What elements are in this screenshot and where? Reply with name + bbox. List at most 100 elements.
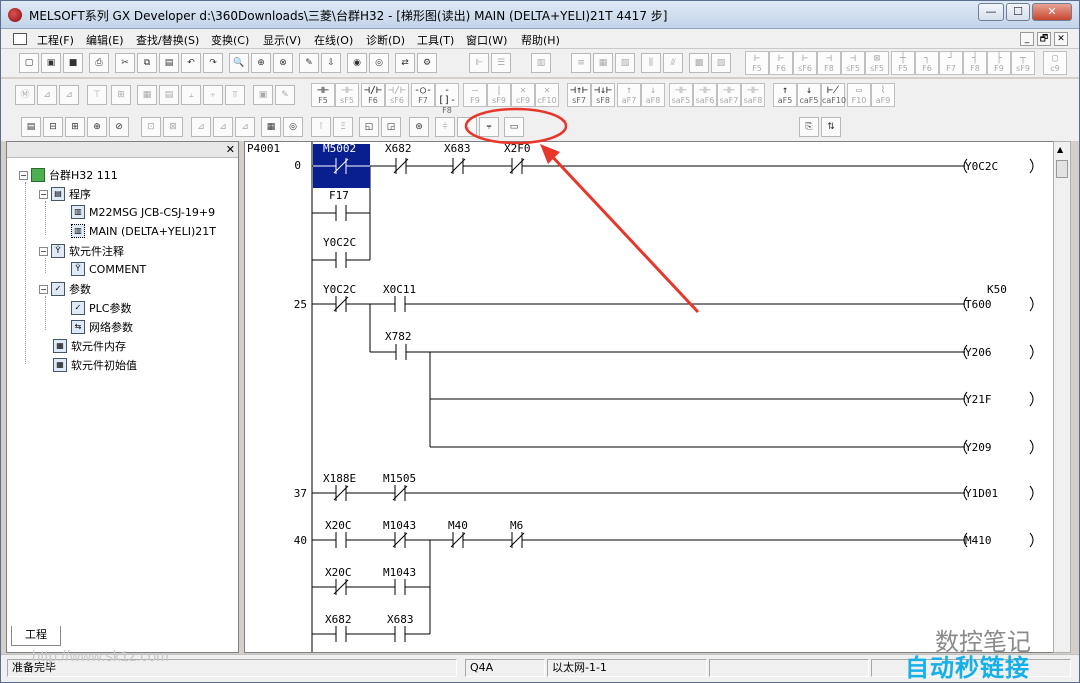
device-list-icon[interactable]: ≡ [571,53,591,73]
fkey-top-7[interactable]: ┐ F6 [915,51,939,75]
monitor-stop-icon[interactable]: ⊘ [109,117,129,137]
insert-col-icon[interactable]: ⫪ [225,85,245,105]
close-button[interactable]: ✕ [1032,3,1072,21]
maximize-button[interactable]: ☐ [1006,3,1030,21]
replace-icon[interactable]: ⊤ [87,85,107,105]
compare-icon[interactable]: ⇄ [395,53,415,73]
nc-contact-symbol[interactable] [333,485,349,501]
fkey-delete-hline[interactable]: ✕ cF9 [511,83,535,107]
ladder-editor[interactable]: P4001 0 25 37 40 M5002 X682 X683 X2F0 F1… [244,141,1057,653]
menu-window[interactable]: 窗口(W) [466,32,507,48]
sfc-icon[interactable]: ⫼ [641,53,661,73]
device-batch-icon[interactable]: ▦ [137,85,157,105]
tree-param-group[interactable]: − ✓ 参数 [39,281,91,297]
print-icon[interactable]: ⎙ [89,53,109,73]
menu-view[interactable]: 显示(V) [263,32,301,48]
no-contact-symbol[interactable] [395,344,407,360]
find-prev-icon[interactable]: ⊿ [59,85,79,105]
undo-icon[interactable]: ↶ [181,53,201,73]
device-memory-icon[interactable]: ▦ [261,117,281,137]
zoom-icon[interactable]: ▨ [711,53,731,73]
write-mode-icon[interactable]: ✎ [275,85,295,105]
ladder-mode-icon[interactable]: ⊩ [469,53,489,73]
fkey-saf6[interactable]: ⊣⊢ saF6 [693,83,717,107]
nc-contact-symbol[interactable] [509,158,525,174]
fkey-f10[interactable]: ▭ F10 [847,83,871,107]
redo-icon[interactable]: ↷ [203,53,223,73]
scroll-thumb[interactable] [1056,160,1068,178]
ladder-edit-icon[interactable]: ⊞ [65,117,85,137]
fkey-saf7[interactable]: ⊣⊢ saF7 [717,83,741,107]
no-contact-symbol[interactable] [394,626,406,642]
fkey-operation-up[interactable]: ↑ aF5 [773,83,797,107]
vertical-scrollbar[interactable]: ▲ [1053,141,1071,653]
display-alias-icon[interactable]: ◲ [381,117,401,137]
fkey-parallel-falling[interactable]: ↓ aF8 [641,83,665,107]
device-use-icon[interactable]: ▧ [615,53,635,73]
fkey-parallel-open[interactable]: ⊣⊢ sF5 [335,83,359,107]
tree-root[interactable]: − 台群H32 111 [19,167,118,183]
read-mode-icon[interactable]: ⊡ [141,117,161,137]
nc-contact-symbol[interactable] [392,532,408,548]
ladder-view-icon[interactable]: ⊟ [43,117,63,137]
mdi-close-button[interactable]: ✕ [1054,32,1068,46]
fkey-rising-edge[interactable]: ⊣↑⊢ sF7 [567,83,591,107]
document-icon[interactable] [13,33,27,45]
diagnostics-icon[interactable]: ⚙ [417,53,437,73]
nc-contact-symbol[interactable] [333,296,349,312]
fkey-instruction[interactable]: -[]- F8 [435,83,459,115]
find-icon[interactable]: Ⓜ [15,85,35,105]
write-mode2-icon[interactable]: ⊠ [163,117,183,137]
nc-contact-symbol[interactable] [509,532,525,548]
list-mode-icon[interactable]: ☰ [491,53,511,73]
fkey-top-5[interactable]: ⊠ sF5 [865,51,889,75]
tree-comment-group[interactable]: − Ÿ 软元件注释 [39,243,124,259]
tree-param-item[interactable]: ✓ PLC参数 [71,300,131,316]
fkey-coil[interactable]: -○- F7 [411,83,435,107]
nc-contact-symbol[interactable] [450,532,466,548]
delete-col-icon[interactable]: ⫨ [457,117,477,137]
copy-icon[interactable]: ⧉ [137,53,157,73]
menu-tools[interactable]: 工具(T) [417,32,454,48]
fkey-top-2[interactable]: ⊢ sF6 [793,51,817,75]
statement-icon[interactable]: ⫧ [479,117,499,137]
tree-program-item[interactable]: ▥ M22MSG JCB-CSJ-19+9 [71,205,215,219]
tree-param-item[interactable]: ⇆ 网络参数 [71,319,133,335]
no-contact-symbol[interactable] [335,532,347,548]
fkey-parallel-rising[interactable]: ↑ aF7 [617,83,641,107]
fkey-invert[interactable]: ⊬ caF10 [821,83,846,107]
menu-online[interactable]: 在线(O) [314,32,353,48]
fkey-parallel-closed[interactable]: ⊣/⊢ sF6 [385,83,409,107]
no-contact-symbol[interactable] [335,205,347,221]
nc-contact-symbol[interactable] [333,158,349,174]
fkey-top-1[interactable]: ⊢ F6 [769,51,793,75]
step-run-icon[interactable]: ⊿ [191,117,211,137]
menu-diagnostics[interactable]: 诊断(D) [366,32,405,48]
fkey-top-4[interactable]: ⊣ sF5 [841,51,865,75]
write-plc-icon[interactable]: ✎ [299,53,319,73]
menu-convert[interactable]: 变换(C) [211,32,249,48]
fkey-vline[interactable]: | sF9 [487,83,511,107]
fkey-delete-vline[interactable]: ✕ cF10 [535,83,559,107]
monitor-write-icon[interactable]: ◎ [369,53,389,73]
device-batch2-icon[interactable]: ▤ [159,85,179,105]
tree-device-memory[interactable]: ▦ 软元件内存 [53,338,126,354]
project-data-icon[interactable]: ▤ [21,117,41,137]
monitor-write-mode-icon[interactable]: ▭ [504,117,524,137]
search-icon[interactable]: 🔍 [229,53,249,73]
tree-program-item[interactable]: ▥ MAIN (DELTA+YELI)21T [71,224,216,238]
edit-icon[interactable]: ▣ [253,85,273,105]
fkey-open-contact[interactable]: ⊣⊢ F5 [311,83,335,107]
mdi-restore-button[interactable]: 🗗 [1037,32,1051,46]
insert-row-icon[interactable]: ⫠ [181,85,201,105]
step-icon[interactable]: ⫻ [663,53,683,73]
no-contact-symbol[interactable] [394,579,406,595]
project-tab[interactable]: 工程 [11,626,61,646]
search-device-icon[interactable]: ⊕ [251,53,271,73]
monitor-start-icon[interactable]: ⊕ [87,117,107,137]
fkey-top-9[interactable]: ┤ F8 [963,51,987,75]
nc-contact-symbol[interactable] [450,158,466,174]
save-icon[interactable]: ■ [63,53,83,73]
search-instruction-icon[interactable]: ⊗ [273,53,293,73]
fkey-saf8[interactable]: ⊣⊢ saF8 [741,83,765,107]
